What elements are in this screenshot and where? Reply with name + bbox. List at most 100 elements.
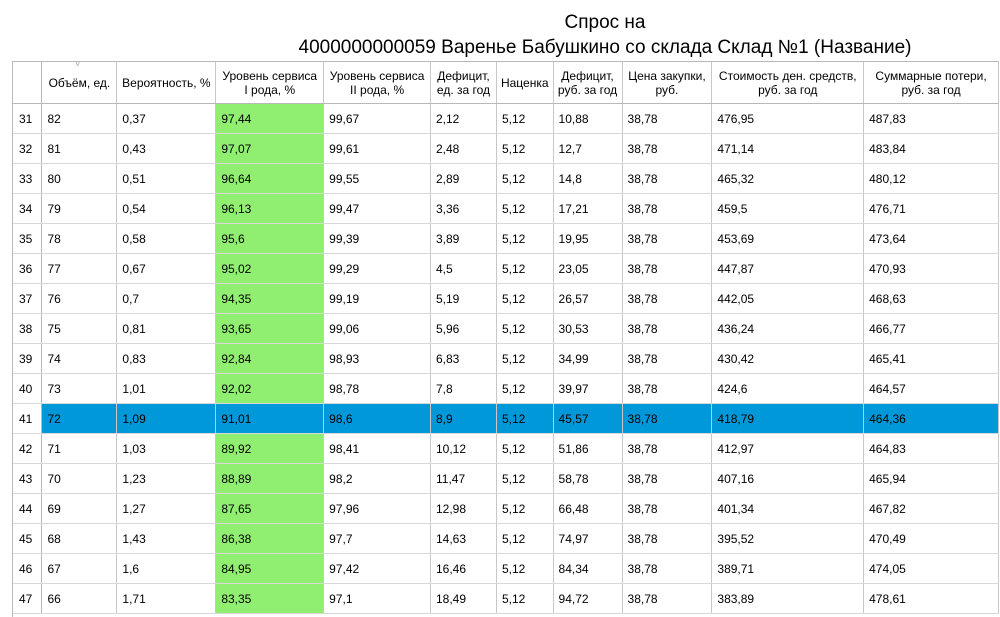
column-header-10[interactable]: Суммарные потери, руб. за год <box>863 62 999 104</box>
cell-col-9[interactable]: 395,52 <box>711 523 865 554</box>
cell-col-4[interactable]: 99,39 <box>323 223 431 254</box>
cell-col-3[interactable]: 97,44 <box>215 103 325 134</box>
cell-col-2[interactable]: 0,54 <box>116 193 217 224</box>
cell-col-7[interactable]: 23,05 <box>553 253 623 284</box>
cell-col-5[interactable]: 11,47 <box>430 463 497 494</box>
cell-col-1[interactable]: 74 <box>41 343 118 374</box>
row-number[interactable]: 31 <box>13 103 43 134</box>
cell-col-10[interactable]: 467,82 <box>863 493 999 524</box>
cell-col-2[interactable]: 1,43 <box>116 523 217 554</box>
cell-col-6[interactable]: 5,12 <box>496 163 554 194</box>
cell-col-9[interactable]: 459,5 <box>711 193 865 224</box>
cell-col-6[interactable]: 5,12 <box>496 343 554 374</box>
cell-col-10[interactable]: 480,12 <box>863 163 999 194</box>
row-number[interactable]: 41 <box>13 403 43 434</box>
cell-col-1[interactable]: 68 <box>41 523 118 554</box>
cell-col-9[interactable]: 442,05 <box>711 283 865 314</box>
cell-col-7[interactable]: 94,72 <box>553 583 623 614</box>
table-row[interactable]: 45 68 1,43 86,38 97,7 14,63 5,12 74,97 38,78 395,… <box>13 523 999 554</box>
cell-col-10[interactable]: 487,83 <box>863 103 999 134</box>
cell-col-5[interactable]: 8,9 <box>430 403 497 434</box>
cell-col-5[interactable]: 12,98 <box>430 493 497 524</box>
cell-col-5[interactable]: 14,63 <box>430 523 497 554</box>
cell-col-9[interactable]: 430,42 <box>711 343 865 374</box>
cell-col-5[interactable]: 18,49 <box>430 583 497 614</box>
cell-col-2[interactable]: 1,71 <box>116 583 217 614</box>
cell-col-2[interactable]: 1,6 <box>116 553 217 584</box>
column-header-5[interactable]: Дефицит, ед. за год <box>430 62 497 104</box>
cell-col-3[interactable]: 97,07 <box>215 133 325 164</box>
cell-col-4[interactable]: 98,78 <box>323 373 431 404</box>
table-row[interactable]: 44 69 1,27 87,65 97,96 12,98 5,12 66,48 38,78 401… <box>13 493 999 524</box>
row-number[interactable]: 44 <box>13 493 43 524</box>
cell-col-5[interactable]: 5,19 <box>430 283 497 314</box>
cell-col-6[interactable]: 5,12 <box>496 403 554 434</box>
column-header-9[interactable]: Стоимость ден. средств, руб. за год <box>711 62 865 104</box>
cell-col-9[interactable]: 453,69 <box>711 223 865 254</box>
cell-col-2[interactable]: 0,81 <box>116 313 217 344</box>
cell-col-3[interactable]: 93,65 <box>215 313 325 344</box>
cell-col-3[interactable]: 95,6 <box>215 223 325 254</box>
cell-col-6[interactable]: 5,12 <box>496 463 554 494</box>
cell-col-4[interactable]: 99,19 <box>323 283 431 314</box>
cell-col-2[interactable]: 1,01 <box>116 373 217 404</box>
cell-col-7[interactable]: 84,34 <box>553 553 623 584</box>
cell-col-10[interactable]: 476,71 <box>863 193 999 224</box>
cell-col-8[interactable]: 38,78 <box>622 223 713 254</box>
cell-col-2[interactable]: 0,67 <box>116 253 217 284</box>
cell-col-2[interactable]: 1,23 <box>116 463 217 494</box>
cell-col-6[interactable]: 5,12 <box>496 103 554 134</box>
table-row[interactable]: 31 82 0,37 97,44 99,67 2,12 5,12 10,88 38,78 476,… <box>13 103 999 134</box>
cell-col-7[interactable]: 34,99 <box>553 343 623 374</box>
cell-col-5[interactable]: 5,96 <box>430 313 497 344</box>
row-number[interactable]: 36 <box>13 253 43 284</box>
cell-col-2[interactable]: 0,7 <box>116 283 217 314</box>
cell-col-8[interactable]: 38,78 <box>622 163 713 194</box>
cell-col-6[interactable]: 5,12 <box>496 523 554 554</box>
cell-col-7[interactable]: 26,57 <box>553 283 623 314</box>
table-row[interactable]: 46 67 1,6 84,95 97,42 16,46 5,12 84,34 38,78 389,… <box>13 553 999 584</box>
cell-col-4[interactable]: 98,41 <box>323 433 431 464</box>
row-number[interactable]: 33 <box>13 163 43 194</box>
cell-col-1[interactable]: 69 <box>41 493 118 524</box>
table-row[interactable]: 33 80 0,51 96,64 99,55 2,89 5,12 14,8 38,78 465,3… <box>13 163 999 194</box>
row-number[interactable]: 40 <box>13 373 43 404</box>
cell-col-1[interactable]: 81 <box>41 133 118 164</box>
cell-col-5[interactable]: 2,12 <box>430 103 497 134</box>
cell-col-8[interactable]: 38,78 <box>622 193 713 224</box>
cell-col-9[interactable]: 447,87 <box>711 253 865 284</box>
cell-col-10[interactable]: 470,49 <box>863 523 999 554</box>
cell-col-3[interactable]: 96,64 <box>215 163 325 194</box>
cell-col-8[interactable]: 38,78 <box>622 553 713 584</box>
cell-col-6[interactable]: 5,12 <box>496 583 554 614</box>
cell-col-4[interactable]: 97,1 <box>323 583 431 614</box>
column-header-7[interactable]: Дефицит, руб. за год <box>553 62 623 104</box>
cell-col-1[interactable]: 78 <box>41 223 118 254</box>
column-header-4[interactable]: Уровень сервиса II рода, % <box>323 62 431 104</box>
cell-col-3[interactable]: 92,02 <box>215 373 325 404</box>
cell-col-4[interactable]: 99,29 <box>323 253 431 284</box>
cell-col-3[interactable]: 86,38 <box>215 523 325 554</box>
table-row[interactable]: 39 74 0,83 92,84 98,93 6,83 5,12 34,99 38,78 430,… <box>13 343 999 374</box>
cell-col-3[interactable]: 92,84 <box>215 343 325 374</box>
row-number[interactable]: 35 <box>13 223 43 254</box>
cell-col-9[interactable]: 383,89 <box>711 583 865 614</box>
cell-col-8[interactable]: 38,78 <box>622 133 713 164</box>
cell-col-6[interactable]: 5,12 <box>496 313 554 344</box>
cell-col-3[interactable]: 95,02 <box>215 253 325 284</box>
cell-col-8[interactable]: 38,78 <box>622 313 713 344</box>
cell-col-2[interactable]: 1,27 <box>116 493 217 524</box>
cell-col-1[interactable]: 76 <box>41 283 118 314</box>
row-number[interactable]: 45 <box>13 523 43 554</box>
cell-col-5[interactable]: 10,12 <box>430 433 497 464</box>
cell-col-3[interactable]: 91,01 <box>215 403 325 434</box>
cell-col-9[interactable]: 418,79 <box>711 403 865 434</box>
table-row[interactable]: 42 71 1,03 89,92 98,41 10,12 5,12 51,86 38,78 412… <box>13 433 999 464</box>
cell-col-4[interactable]: 97,96 <box>323 493 431 524</box>
row-number[interactable]: 43 <box>13 463 43 494</box>
cell-col-8[interactable]: 38,78 <box>622 583 713 614</box>
cell-col-4[interactable]: 99,61 <box>323 133 431 164</box>
cell-col-6[interactable]: 5,12 <box>496 133 554 164</box>
data-grid[interactable]: ˅ Объём, ед. Вероятность, % Уровень сервиса… <box>12 61 999 617</box>
corner-header[interactable] <box>13 62 43 104</box>
